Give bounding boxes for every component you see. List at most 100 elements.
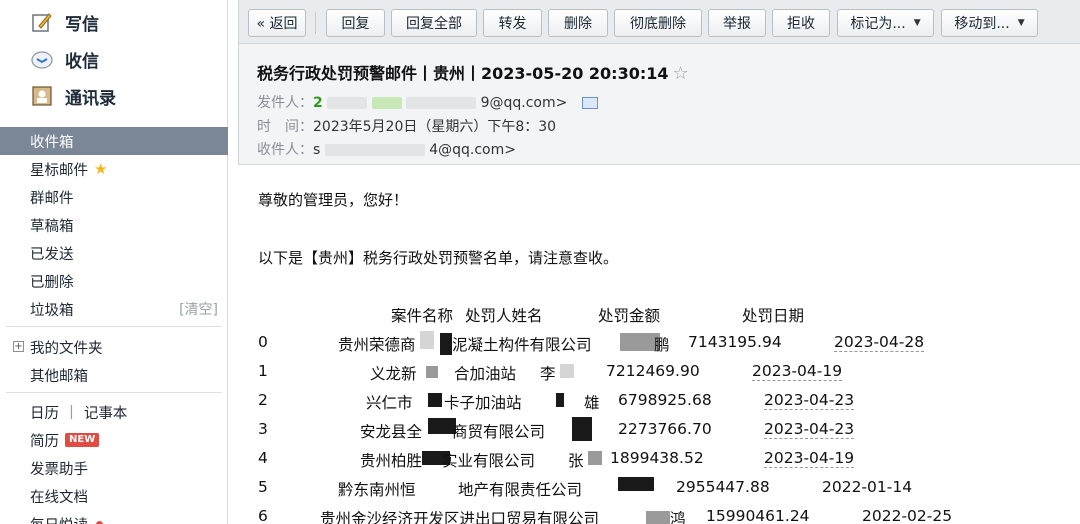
case-name: 义龙新 bbox=[370, 365, 417, 383]
to-suffix: 4@qq.com> bbox=[429, 142, 516, 158]
invoice-helper-link[interactable]: 发票助手 bbox=[0, 454, 228, 482]
redacted-block bbox=[572, 417, 592, 441]
daily-read-link[interactable]: 每日悦读 bbox=[0, 510, 228, 524]
penalty-amount: 15990461.24 bbox=[706, 507, 810, 524]
penalty-date: 2022-01-14 bbox=[822, 478, 913, 496]
greeting-text: 尊敬的管理员，您好！ bbox=[258, 191, 409, 209]
penalty-amount: 6798925.68 bbox=[618, 391, 712, 409]
row-index: 5 bbox=[258, 478, 268, 496]
redacted-block bbox=[588, 451, 602, 465]
time-row: 时 间：2023年5月20日（星期六）下午8：30 bbox=[257, 116, 556, 136]
case-name: 贵州荣德商 bbox=[338, 336, 416, 354]
folder-drafts[interactable]: 草稿箱 bbox=[0, 211, 228, 239]
my-folders[interactable]: 我的文件夹 bbox=[0, 333, 228, 361]
subject-text: 税务行政处罚预警邮件丨贵州丨2023-05-20 20:30:14 bbox=[257, 64, 669, 83]
folder-label: 草稿箱 bbox=[30, 218, 74, 235]
redacted-block bbox=[556, 393, 564, 407]
contacts-button[interactable]: 通讯录 bbox=[30, 82, 116, 110]
resume-link[interactable]: 简历 NEW bbox=[0, 426, 228, 454]
reply-button[interactable]: 回复 bbox=[326, 9, 385, 37]
empty-spam-link[interactable]: [清空] bbox=[179, 299, 218, 319]
check-mail-button[interactable]: 收信 bbox=[30, 45, 99, 73]
folder-label: 已发送 bbox=[30, 246, 74, 263]
online-docs-link[interactable]: 在线文档 bbox=[0, 482, 228, 510]
case-name: 地产有限责任公司 bbox=[458, 481, 583, 499]
row-index: 4 bbox=[258, 449, 268, 467]
calendar-link[interactable]: 日历 bbox=[30, 402, 59, 423]
resume-label: 简历 bbox=[30, 433, 59, 450]
folder-sent[interactable]: 已发送 bbox=[0, 239, 228, 267]
penalty-date: 2022-02-25 bbox=[862, 507, 953, 524]
pencil-icon bbox=[30, 10, 54, 34]
back-button[interactable]: « 返回 bbox=[248, 9, 306, 37]
folder-deleted[interactable]: 已删除 bbox=[0, 267, 228, 295]
other-mail[interactable]: 其他邮箱 bbox=[0, 361, 228, 389]
from-prefix[interactable]: 2 bbox=[313, 95, 323, 111]
row-index: 6 bbox=[258, 507, 268, 524]
pipe-divider: | bbox=[69, 404, 74, 420]
invoice-label: 发票助手 bbox=[30, 461, 88, 478]
penalty-amount: 7143195.94 bbox=[688, 333, 782, 351]
row-index: 3 bbox=[258, 420, 268, 438]
folder-starred[interactable]: 星标邮件 ★ bbox=[0, 155, 228, 183]
row-index: 0 bbox=[258, 333, 268, 351]
back-label: « 返回 bbox=[256, 16, 298, 32]
case-name: 商贸有限公司 bbox=[452, 423, 546, 441]
mark-as-label: 标记为... bbox=[850, 16, 906, 32]
person-name: 雄 bbox=[584, 394, 600, 412]
contact-card-icon bbox=[30, 84, 54, 108]
to-row: 收件人：s 4@qq.com> bbox=[257, 139, 516, 159]
toolbar-divider bbox=[315, 12, 316, 34]
star-icon: ★ bbox=[94, 160, 108, 178]
notebook-link[interactable]: 记事本 bbox=[84, 402, 128, 423]
reject-button[interactable]: 拒收 bbox=[772, 9, 830, 37]
table-header: 案件名称 bbox=[391, 307, 454, 325]
folder-label: 收件箱 bbox=[30, 134, 74, 151]
table-header: 处罚人姓名 bbox=[465, 307, 543, 325]
from-suffix: 9@qq.com> bbox=[480, 95, 568, 111]
divider bbox=[6, 392, 222, 393]
case-name: 黔东南州恒 bbox=[338, 481, 416, 499]
reply-label: 回复 bbox=[341, 16, 370, 32]
forward-button[interactable]: 转发 bbox=[483, 9, 542, 37]
daily-read-label: 每日悦读 bbox=[30, 514, 88, 524]
to-prefix: s bbox=[313, 142, 321, 158]
delete-permanently-button[interactable]: 彻底删除 bbox=[614, 9, 702, 37]
compose-button[interactable]: 写信 bbox=[30, 8, 99, 36]
chevron-down-icon: ▼ bbox=[913, 18, 921, 28]
email-subject: 税务行政处罚预警邮件丨贵州丨2023-05-20 20:30:14 ☆ bbox=[257, 60, 689, 84]
contacts-label: 通讯录 bbox=[65, 88, 116, 109]
add-contact-icon[interactable] bbox=[581, 97, 598, 109]
table-header: 处罚日期 bbox=[742, 307, 805, 325]
main-pane: « 返回 回复 回复全部 转发 删除 彻底删除 举报 拒收 标记为... ▼ 移动… bbox=[238, 0, 1080, 524]
chevron-down-icon: ▼ bbox=[1017, 18, 1025, 28]
forward-label: 转发 bbox=[498, 16, 527, 32]
to-label: 收件人： bbox=[257, 142, 313, 158]
case-name: 泥凝土构件有限公司 bbox=[452, 336, 592, 354]
report-button[interactable]: 举报 bbox=[708, 9, 766, 37]
redacted-block bbox=[371, 97, 402, 109]
delete-perm-label: 彻底删除 bbox=[630, 16, 686, 32]
star-outline-icon[interactable]: ☆ bbox=[673, 63, 689, 84]
folder-spam[interactable]: 垃圾箱 [清空] bbox=[0, 295, 228, 323]
folder-group-mail[interactable]: 群邮件 bbox=[0, 183, 228, 211]
redacted-block bbox=[428, 393, 442, 407]
report-label: 举报 bbox=[723, 16, 751, 32]
redacted-block bbox=[420, 331, 434, 349]
mark-as-dropdown[interactable]: 标记为... ▼ bbox=[837, 9, 934, 37]
redacted-block bbox=[324, 144, 425, 156]
calendar-notebook-row: 日历 | 记事本 bbox=[0, 398, 228, 426]
reply-all-button[interactable]: 回复全部 bbox=[391, 9, 477, 37]
delete-button[interactable]: 删除 bbox=[548, 9, 608, 37]
row-index: 1 bbox=[258, 362, 268, 380]
move-to-dropdown[interactable]: 移动到... ▼ bbox=[941, 9, 1038, 37]
delete-label: 删除 bbox=[564, 16, 592, 32]
email-body: 尊敬的管理员，您好！ 以下是【贵州】税务行政处罚预警名单，请注意查收。 案件名称… bbox=[238, 165, 1080, 524]
sidebar: 写信 收信 通讯录 收件箱 星标邮件 ★ 群邮件 草稿箱 已发送 已删除 垃圾箱 [… bbox=[0, 0, 228, 524]
person-name: 张 bbox=[568, 452, 584, 470]
penalty-date: 2023-04-19 bbox=[752, 362, 843, 381]
redacted-block bbox=[440, 333, 452, 355]
my-folders-label: 我的文件夹 bbox=[30, 340, 103, 357]
folder-inbox[interactable]: 收件箱 bbox=[0, 127, 228, 155]
redacted-block bbox=[618, 477, 654, 491]
